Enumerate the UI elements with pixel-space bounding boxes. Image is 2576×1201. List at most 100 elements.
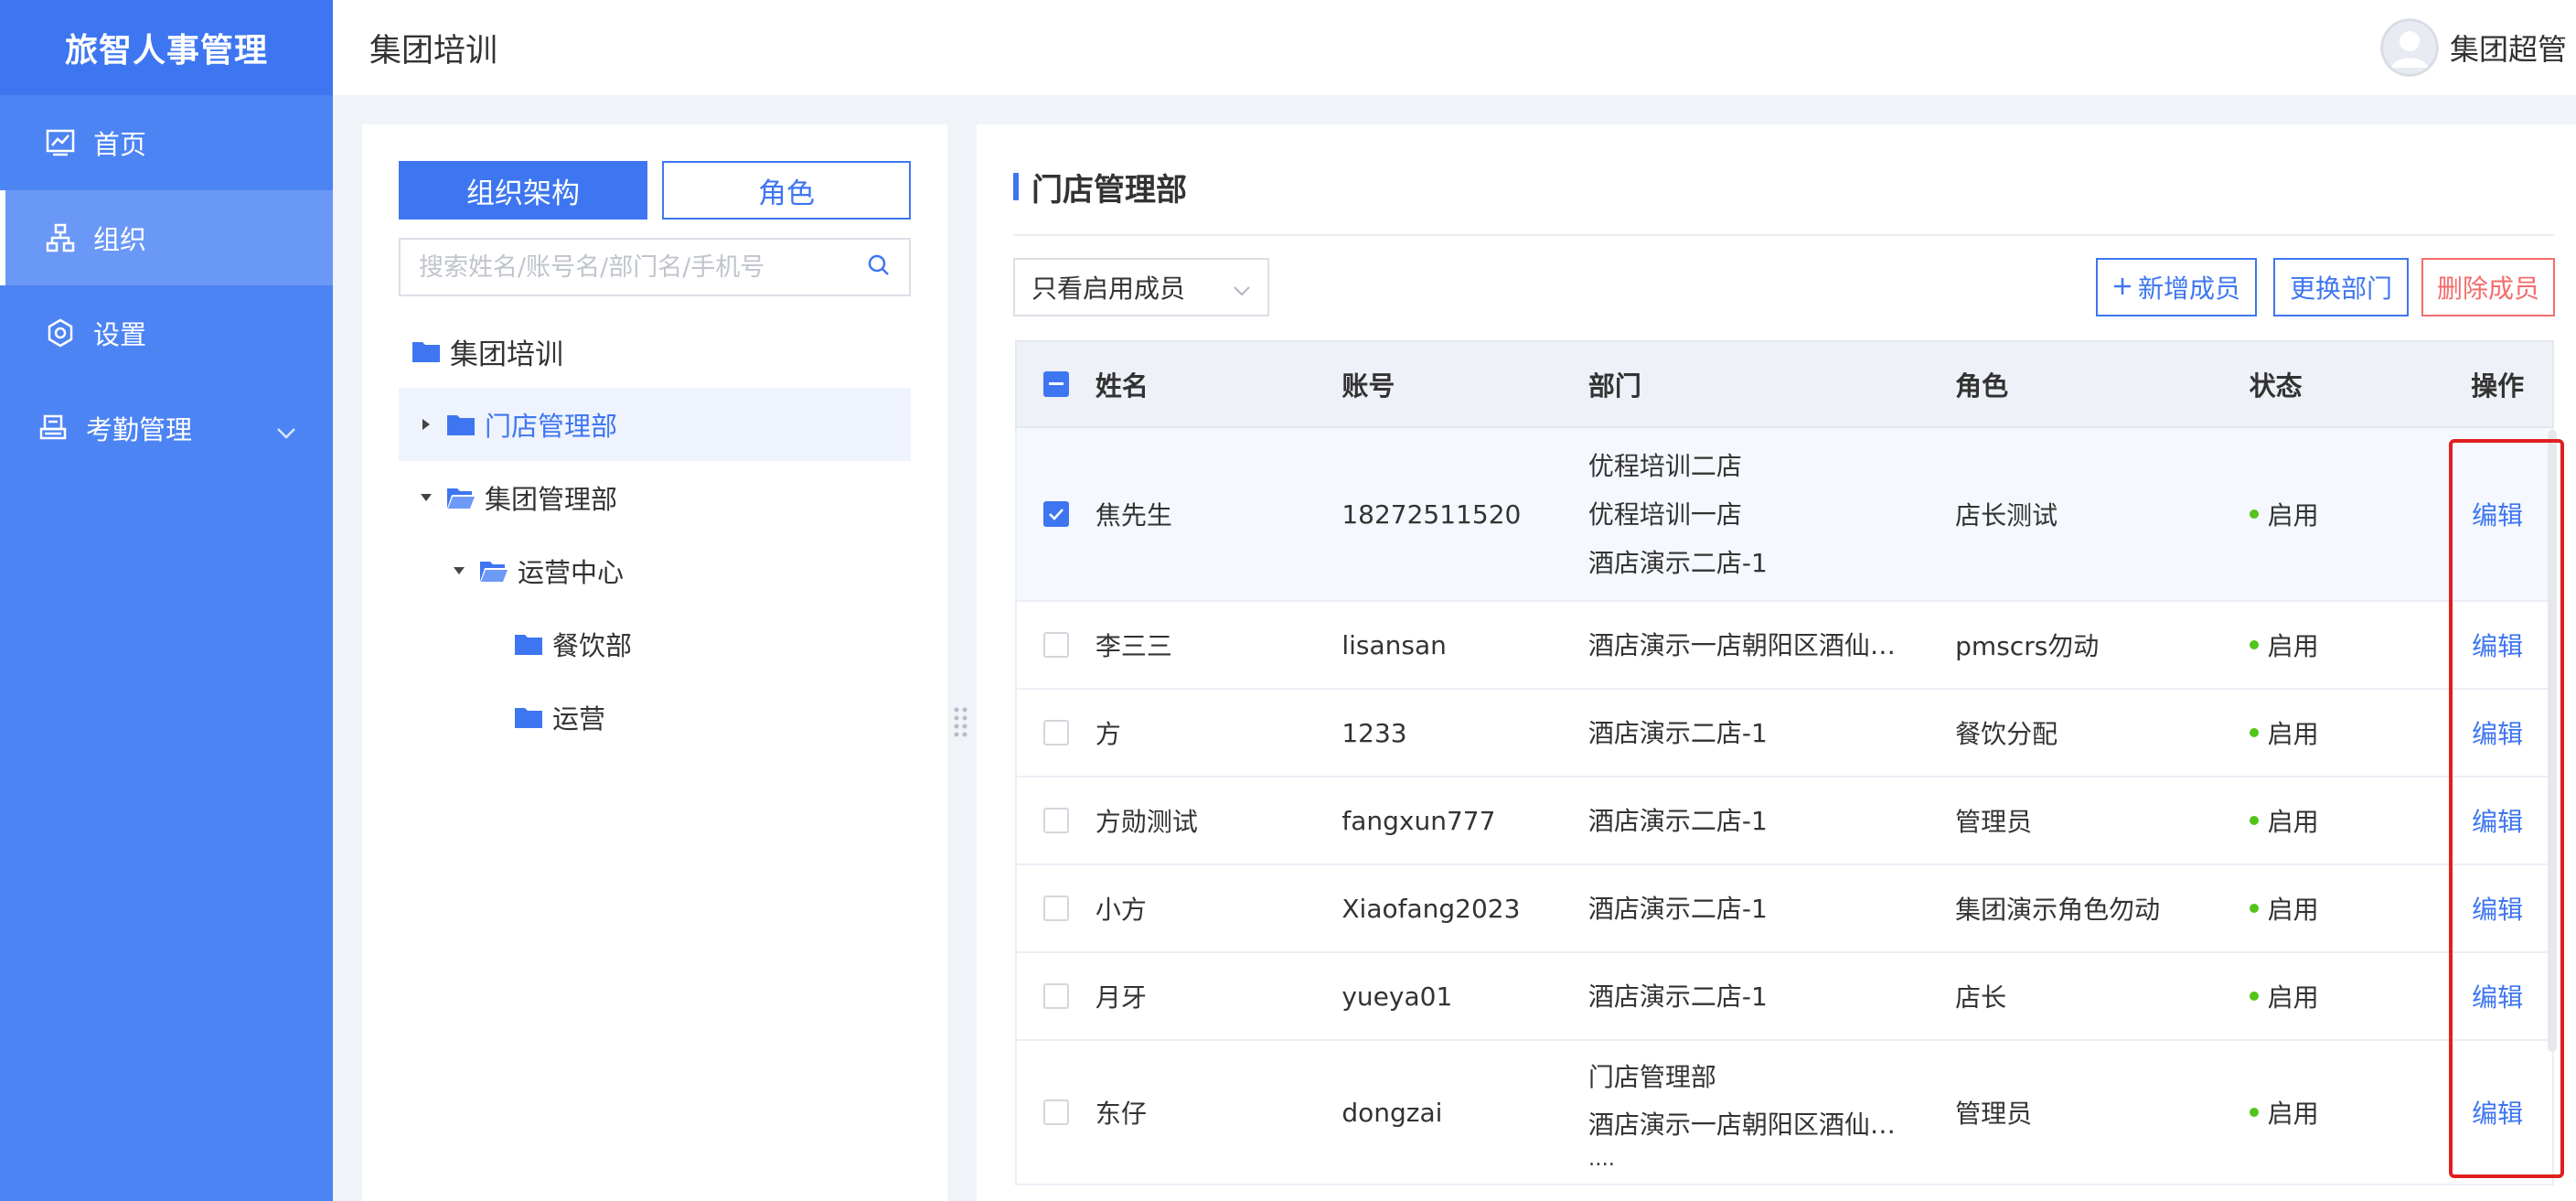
chevron-down-icon <box>1233 273 1251 303</box>
avatar <box>2379 18 2439 77</box>
resize-handle-icon[interactable] <box>951 704 971 741</box>
status-dot <box>2249 1108 2259 1117</box>
cell-role: pmscrs勿动 <box>1955 631 2100 661</box>
cell-account: yueya01 <box>1341 981 1453 1012</box>
tab-org-structure[interactable]: 组织架构 <box>399 161 647 220</box>
row-checkbox[interactable] <box>1042 632 1069 658</box>
delete-member-button[interactable]: 删除成员 <box>2421 258 2555 316</box>
tree-node-label: 运营 <box>552 703 606 735</box>
caret-down-icon[interactable] <box>417 493 435 502</box>
select-all-checkbox[interactable] <box>1042 371 1069 397</box>
col-role: 角色 <box>1955 370 2009 402</box>
member-panel: 门店管理部 只看启用成员 新增成员 更换部门 删除成员 姓名 账号 部门 角色 … <box>977 124 2576 1201</box>
org-icon <box>44 221 77 254</box>
caret-right-icon[interactable] <box>417 418 435 431</box>
tab-roles[interactable]: 角色 <box>662 161 911 220</box>
row-checkbox[interactable] <box>1042 983 1069 1009</box>
dept-line: …. <box>1587 1149 1615 1171</box>
tree-node-operations[interactable]: 运营 <box>514 681 911 754</box>
change-dept-button[interactable]: 更换部门 <box>2273 258 2409 316</box>
settings-icon <box>44 316 77 349</box>
user-name: 集团超管 <box>2449 32 2567 67</box>
sidebar-item-org[interactable]: 组织 <box>0 190 333 285</box>
table-scrollbar[interactable] <box>2548 430 2557 1052</box>
folder-open-icon <box>447 488 475 509</box>
member-table: 姓名 账号 部门 角色 状态 操作 焦先生 18272511520 优程培训二店… <box>1015 340 2554 1185</box>
dept-line: 酒店演示二店-1 <box>1587 893 1768 924</box>
sidebar-item-attendance[interactable]: 考勤管理 <box>0 381 333 476</box>
folder-icon <box>447 415 475 435</box>
cell-role: 管理员 <box>1955 807 2033 837</box>
row-checkbox[interactable] <box>1042 895 1069 921</box>
edit-link[interactable]: 编辑 <box>2472 627 2523 663</box>
tree-node-store-mgmt[interactable]: 门店管理部 <box>399 388 911 461</box>
cell-name: 东仔 <box>1095 1099 1147 1129</box>
tree-node-group[interactable]: 集团培训 <box>412 315 911 388</box>
cell-dept: 酒店演示二店-1 <box>1588 709 1955 757</box>
org-tree-panel: 组织架构 角色 集团培训 门店管理部 集团管理部 运营中心 餐饮部 <box>362 124 947 1201</box>
cell-account: fangxun777 <box>1341 805 1496 836</box>
row-checkbox[interactable] <box>1042 720 1069 745</box>
tree-node-group-mgmt[interactable]: 集团管理部 <box>417 461 911 534</box>
dept-line: 酒店演示二店-1 <box>1587 805 1768 836</box>
cell-role: 店长测试 <box>1955 500 2058 531</box>
search-input[interactable] <box>419 252 867 282</box>
edit-link[interactable]: 编辑 <box>2472 890 2523 927</box>
edit-link[interactable]: 编辑 <box>2472 1094 2523 1131</box>
cell-name: 月牙 <box>1095 982 1147 1013</box>
user-menu[interactable]: 集团超管 <box>2379 13 2567 82</box>
table-row[interactable]: 李三三 lisansan 酒店演示一店朝阳区酒仙… pmscrs勿动 启用 编辑 <box>1015 602 2554 690</box>
tree-node-catering[interactable]: 餐饮部 <box>514 607 911 681</box>
cell-name: 焦先生 <box>1095 500 1172 531</box>
cell-name: 方 <box>1095 719 1121 749</box>
folder-icon <box>515 635 542 655</box>
add-member-button[interactable]: 新增成员 <box>2096 258 2257 316</box>
search-icon[interactable] <box>867 253 891 281</box>
table-row[interactable]: 方勋测试 fangxun777 酒店演示二店-1 管理员 启用 编辑 <box>1015 777 2554 865</box>
tree-node-label: 餐饮部 <box>552 630 633 661</box>
table-row[interactable]: 月牙 yueya01 酒店演示二店-1 店长 启用 编辑 <box>1015 953 2554 1041</box>
row-checkbox[interactable] <box>1042 808 1069 833</box>
sidebar-item-label: 首页 <box>93 129 147 160</box>
caret-down-icon[interactable] <box>450 566 468 575</box>
cell-status: 启用 <box>2249 890 2443 927</box>
edit-link[interactable]: 编辑 <box>2472 496 2523 532</box>
chart-icon <box>44 126 77 159</box>
sidebar-item-label: 考勤管理 <box>86 414 193 445</box>
row-checkbox[interactable] <box>1042 1099 1069 1125</box>
status-badge: 启用 <box>2267 982 2319 1013</box>
col-name: 姓名 <box>1095 370 1149 402</box>
edit-link[interactable]: 编辑 <box>2472 978 2523 1014</box>
status-badge: 启用 <box>2267 500 2319 531</box>
dept-line: 酒店演示二店-1 <box>1587 547 1768 578</box>
page-title: 集团培训 <box>369 32 498 70</box>
sidebar-item-settings[interactable]: 设置 <box>0 285 333 381</box>
table-row[interactable]: 方 1233 酒店演示二店-1 餐饮分配 启用 编辑 <box>1015 690 2554 777</box>
status-badge: 启用 <box>2267 807 2319 837</box>
cell-dept: 酒店演示二店-1 <box>1588 972 1955 1021</box>
cell-role: 集团演示角色勿动 <box>1955 895 2161 925</box>
edit-link[interactable]: 编辑 <box>2472 802 2523 839</box>
tree-node-label: 集团培训 <box>450 338 563 371</box>
cell-dept: 酒店演示二店-1 <box>1588 885 1955 933</box>
cell-role: 店长 <box>1955 982 2007 1013</box>
tree-node-ops-center[interactable]: 运营中心 <box>450 534 911 607</box>
cell-status: 启用 <box>2249 1094 2443 1131</box>
tree-node-label: 运营中心 <box>518 557 625 588</box>
cell-dept: 酒店演示一店朝阳区酒仙… <box>1588 621 1955 670</box>
row-checkbox[interactable] <box>1042 501 1069 527</box>
cell-account: Xiaofang2023 <box>1341 893 1521 924</box>
status-dot <box>2249 904 2259 913</box>
brand-logo: 旅智人事管理 <box>0 0 333 95</box>
edit-link[interactable]: 编辑 <box>2472 714 2523 751</box>
sidebar-item-home[interactable]: 首页 <box>0 95 333 190</box>
cell-name: 小方 <box>1095 895 1147 925</box>
table-row[interactable]: 焦先生 18272511520 优程培训二店 优程培训一店 酒店演示二店-1 店… <box>1015 428 2554 602</box>
member-filter-select[interactable]: 只看启用成员 <box>1013 258 1269 316</box>
dept-line: 酒店演示一店朝阳区酒仙… <box>1587 1110 1896 1140</box>
status-badge: 启用 <box>2267 895 2319 925</box>
table-row[interactable]: 东仔 dongzai 门店管理部 酒店演示一店朝阳区酒仙… …. 管理员 启用 … <box>1015 1041 2554 1185</box>
sidebar-item-label: 设置 <box>93 319 147 350</box>
table-row[interactable]: 小方 Xiaofang2023 酒店演示二店-1 集团演示角色勿动 启用 编辑 <box>1015 865 2554 953</box>
tree-node-label: 门店管理部 <box>485 411 618 442</box>
